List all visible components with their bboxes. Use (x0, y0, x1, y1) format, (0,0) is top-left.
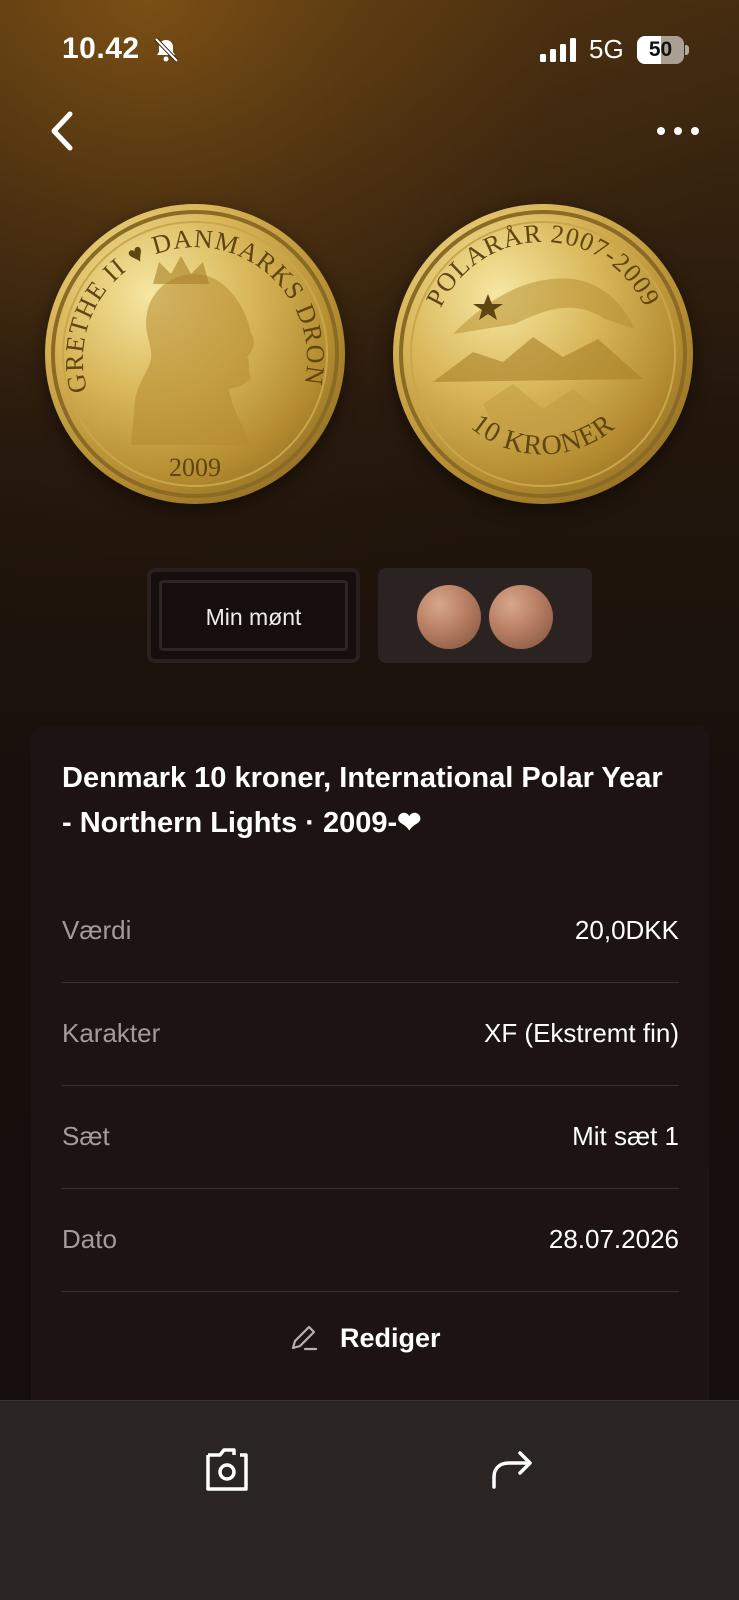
tab-catalog-images[interactable] (378, 568, 592, 663)
bottom-toolbar (0, 1400, 739, 1600)
pencil-icon (291, 1325, 318, 1351)
tab-my-coin[interactable]: Min mønt (147, 568, 360, 663)
detail-label: Karakter (62, 1018, 161, 1048)
detail-label: Værdi (62, 915, 132, 945)
tab-my-coin-label: Min mønt (205, 604, 302, 630)
detail-row-set: Sæt Mit sæt 1 (62, 1086, 679, 1189)
detail-value: Mit sæt 1 (572, 1121, 679, 1151)
coin-reverse-image[interactable]: POLARÅR 2007-2009 10 KRONER (393, 204, 693, 504)
coin-reverse-art: POLARÅR 2007-2009 10 KRONER (399, 210, 687, 498)
catalog-obverse-thumbnail (417, 585, 481, 649)
detail-value: 28.07.2026 (548, 1224, 679, 1254)
detail-value: 20,0DKK (574, 915, 679, 945)
detail-row-grade: Karakter XF (Ekstremt fin) (62, 983, 679, 1086)
coin-obverse-image[interactable]: MARGRETHE II ♥ DANMARKS DRONNING 2009 (45, 204, 345, 504)
battery-tip (685, 45, 689, 55)
camera-frame-icon[interactable] (200, 1443, 254, 1497)
catalog-reverse-thumbnail (489, 585, 553, 649)
detail-row-date: Dato 28.07.2026 (62, 1189, 679, 1292)
status-bar: 10.42 5G 50 (0, 0, 739, 100)
share-arrow-icon[interactable] (484, 1443, 538, 1497)
network-type: 5G (589, 34, 624, 64)
detail-value: XF (Ekstremt fin) (483, 1018, 679, 1048)
coin-obverse-art: MARGRETHE II ♥ DANMARKS DRONNING 2009 (45, 204, 339, 498)
ellipsis-icon[interactable] (655, 118, 701, 144)
status-time: 10.42 (62, 32, 140, 65)
chevron-left-icon[interactable] (44, 108, 80, 154)
coin-details-card: Denmark 10 kroner, International Polar Y… (31, 725, 709, 1405)
detail-label: Dato (62, 1224, 117, 1254)
bell-slash-icon (154, 37, 179, 63)
edit-label: Rediger (340, 1323, 441, 1353)
battery-level: 50 (648, 38, 673, 61)
detail-row-value: Værdi 20,0DKK (62, 880, 679, 983)
edit-button[interactable]: Rediger (258, 1313, 458, 1363)
battery-icon: 50 (637, 36, 689, 64)
signal-icon (540, 38, 576, 62)
detail-label: Sæt (62, 1121, 110, 1151)
coin-title: Denmark 10 kroner, International Polar Y… (62, 762, 663, 839)
obverse-year: 2009 (169, 453, 221, 482)
